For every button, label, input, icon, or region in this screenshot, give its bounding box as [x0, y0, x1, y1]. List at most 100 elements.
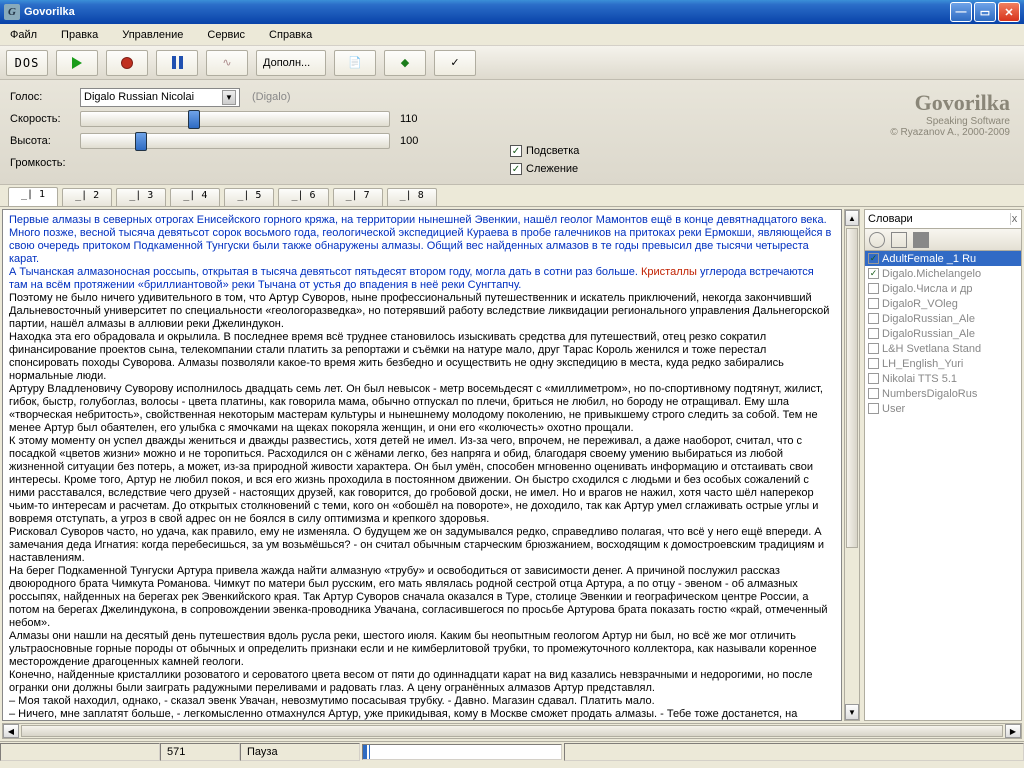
dict-search-input[interactable] [868, 211, 1010, 227]
scroll-down-icon[interactable]: ▼ [845, 704, 859, 720]
play-button[interactable] [56, 50, 98, 76]
pitch-value: 100 [400, 135, 428, 147]
speed-slider[interactable] [80, 111, 390, 127]
wave-icon: ∿ [222, 56, 231, 69]
checkbox-icon: ✓ [868, 253, 879, 264]
status-position: 571 [160, 743, 240, 761]
dict-item[interactable]: User [865, 401, 1021, 416]
menu-control[interactable]: Управление [116, 27, 189, 43]
maximize-button[interactable]: ▭ [974, 2, 996, 22]
dict-item[interactable]: Nikolai TTS 5.1 [865, 371, 1021, 386]
check-icon: ✓ [450, 56, 459, 69]
scroll-right-icon[interactable]: ▶ [1005, 724, 1021, 738]
dict-item[interactable]: NumbersDigaloRus [865, 386, 1021, 401]
tab-2[interactable]: _| 2 [62, 188, 112, 206]
checkbox-icon [868, 298, 879, 309]
scroll-left-icon[interactable]: ◀ [3, 724, 19, 738]
dict-item[interactable]: DigaloRussian_Ale [865, 326, 1021, 341]
dict-item[interactable]: ✓Digalo.Michelangelo [865, 266, 1021, 281]
scroll-up-icon[interactable]: ▲ [845, 210, 859, 226]
text-pane[interactable]: Первые алмазы в северных отрогах Енисейс… [2, 209, 842, 721]
titlebar: G Govorilka — ▭ ✕ [0, 0, 1024, 24]
toolbar: DOS ∿ Дополн... 📄 ◆ ✓ [0, 46, 1024, 80]
tab-4[interactable]: _| 4 [170, 188, 220, 206]
dict-item[interactable]: Digalo.Числа и др [865, 281, 1021, 296]
checkbox-icon [868, 373, 879, 384]
window-title: Govorilka [24, 6, 75, 18]
dict-item[interactable]: LH_English_Yuri [865, 356, 1021, 371]
checkbox-icon [868, 403, 879, 414]
pause-icon [172, 56, 183, 69]
hscroll-thumb[interactable] [21, 725, 1003, 737]
tool-a-button[interactable]: ∿ [206, 50, 248, 76]
tab-3[interactable]: _| 3 [116, 188, 166, 206]
extra-button[interactable]: Дополн... [256, 50, 326, 76]
menu-service[interactable]: Сервис [201, 27, 251, 43]
highlight-checkbox[interactable]: ✓Подсветка [510, 142, 579, 160]
slider-thumb[interactable] [188, 110, 200, 129]
dict-item[interactable]: DigaloRussian_Ale [865, 311, 1021, 326]
volume-label: Громкость: [10, 157, 80, 169]
menu-help[interactable]: Справка [263, 27, 318, 43]
checkbox-icon: ✓ [868, 268, 879, 279]
engine-label: (Digalo) [252, 91, 291, 103]
status-state: Пауза [240, 743, 360, 761]
tool-icon[interactable] [913, 232, 929, 248]
tab-8[interactable]: _| 8 [387, 188, 437, 206]
checkbox-icon: ✓ [510, 145, 522, 157]
doc-button[interactable]: 📄 [334, 50, 376, 76]
slider-thumb[interactable] [135, 132, 147, 151]
pitch-label: Высота: [10, 135, 80, 147]
pitch-slider[interactable] [80, 133, 390, 149]
check-button[interactable]: ✓ [434, 50, 476, 76]
tab-6[interactable]: _| 6 [278, 188, 328, 206]
dictionary-panel: x ✓AdultFemale _1 Ru✓Digalo.Michelangelo… [864, 209, 1022, 721]
document-icon: 📄 [348, 56, 362, 69]
speed-value: 110 [400, 113, 428, 125]
dict-item[interactable]: L&H Svetlana Stand [865, 341, 1021, 356]
menu-file[interactable]: Файл [4, 27, 43, 43]
circle-icon[interactable] [869, 232, 885, 248]
stop-icon [121, 57, 133, 69]
dict-toolbar [864, 229, 1022, 251]
menubar: Файл Правка Управление Сервис Справка [0, 24, 1024, 46]
speed-label: Скорость: [10, 113, 80, 125]
close-button[interactable]: ✕ [998, 2, 1020, 22]
checkbox-icon: ✓ [510, 163, 522, 175]
clear-icon[interactable]: x [1010, 213, 1018, 225]
dict-search: x [864, 209, 1022, 229]
status-progress [362, 744, 562, 760]
settings-panel: Голос: Digalo Russian Nicolai ▼ (Digalo)… [0, 80, 1024, 185]
status-cell-1 [0, 743, 160, 761]
dict-list: ✓AdultFemale _1 Ru✓Digalo.MichelangeloDi… [864, 251, 1022, 721]
minimize-button[interactable]: — [950, 2, 972, 22]
dict-item[interactable]: ✓AdultFemale _1 Ru [865, 251, 1021, 266]
checkbox-icon [868, 343, 879, 354]
status-cell-rest [564, 743, 1024, 761]
voice-select[interactable]: Digalo Russian Nicolai ▼ [80, 88, 240, 107]
follow-checkbox[interactable]: ✓Слежение [510, 160, 579, 178]
dos-button[interactable]: DOS [6, 50, 48, 76]
tab-7[interactable]: _| 7 [333, 188, 383, 206]
tab-1[interactable]: _| 1 [8, 187, 58, 206]
checkbox-icon [868, 283, 879, 294]
brand: Govorilka Speaking Software © Ryazanov A… [890, 90, 1010, 138]
square-icon[interactable] [891, 232, 907, 248]
checkbox-icon [868, 388, 879, 399]
scroll-thumb[interactable] [846, 228, 858, 548]
dict-button[interactable]: ◆ [384, 50, 426, 76]
dropdown-icon: ▼ [222, 90, 236, 105]
app-icon: G [4, 4, 20, 20]
tab-5[interactable]: _| 5 [224, 188, 274, 206]
menu-edit[interactable]: Правка [55, 27, 104, 43]
vscrollbar[interactable]: ▲ ▼ [844, 209, 860, 721]
pause-button[interactable] [156, 50, 198, 76]
text-highlight: Первые алмазы в северных отрогах Енисейс… [9, 214, 831, 265]
hscrollbar[interactable]: ◀ ▶ [2, 723, 1022, 739]
checkbox-icon [868, 358, 879, 369]
checkbox-icon [868, 328, 879, 339]
stop-button[interactable] [106, 50, 148, 76]
tabstrip: _| 1_| 2_| 3_| 4_| 5_| 6 _| 7_| 8 [0, 185, 1024, 207]
voice-label: Голос: [10, 91, 80, 103]
dict-item[interactable]: DigaloR_VOleg [865, 296, 1021, 311]
